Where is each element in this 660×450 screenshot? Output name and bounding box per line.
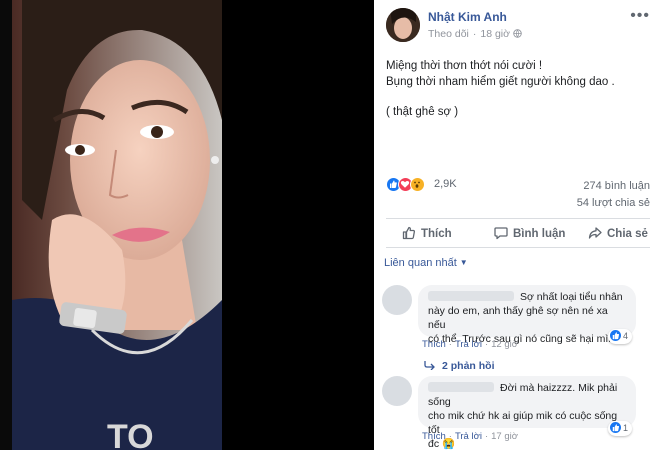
- comment-like-link[interactable]: Thích: [422, 431, 446, 442]
- post-panel: Nhật Kim Anh Theo dõi · 18 giờ ••• Miệng t…: [374, 0, 660, 450]
- commenter-avatar[interactable]: [382, 285, 412, 315]
- separator: ·: [484, 431, 489, 442]
- like-button[interactable]: Thích: [402, 219, 452, 249]
- post-text: Miệng thời thơn thớt nói cười ! Bụng thờ…: [386, 58, 650, 120]
- comment-like-count[interactable]: 1: [608, 421, 633, 436]
- comment-text-line-2: này do em, anh thấy ghê sợ nên né xa nếu: [428, 305, 608, 331]
- comment-like-link[interactable]: Thích: [422, 339, 446, 350]
- like-label: Thích: [421, 228, 452, 240]
- shares-count[interactable]: 54 lượt chia sẻ: [577, 195, 650, 212]
- post-action-bar: Thích Bình luận Chia sẻ: [386, 218, 650, 248]
- post-stats: 274 bình luận 54 lượt chia sẻ: [577, 178, 650, 212]
- post-line-2: Bụng thời nham hiểm giết người không dao…: [386, 76, 615, 88]
- like-icon: [610, 422, 621, 433]
- post-photo[interactable]: TO: [12, 0, 222, 450]
- globe-icon: [513, 29, 522, 38]
- share-label: Chia sẻ: [607, 228, 648, 240]
- comment-text-line-1: Sợ nhất loại tiểu nhân: [520, 291, 623, 303]
- comment-bubble: Sợ nhất loại tiểu nhân này do em, anh th…: [418, 285, 636, 345]
- share-icon: [588, 227, 602, 239]
- commenter-name-blurred[interactable]: [428, 382, 494, 392]
- photo-viewer-backdrop: [222, 0, 374, 450]
- share-button[interactable]: Chia sẻ: [588, 219, 648, 249]
- post-line-3: ( thật ghê sợ ): [386, 106, 459, 118]
- comment-like-count[interactable]: 4: [608, 329, 633, 344]
- like-icon: [610, 330, 621, 341]
- author-avatar[interactable]: [386, 8, 420, 42]
- comment-filter-label: Liên quan nhất: [384, 257, 457, 269]
- author-name[interactable]: Nhật Kim Anh: [428, 10, 507, 24]
- avatar-image: [386, 8, 420, 42]
- comment-like-number: 4: [623, 331, 629, 341]
- comment-time[interactable]: 17 giờ: [491, 431, 518, 442]
- post-meta: Theo dõi · 18 giờ: [428, 28, 522, 40]
- separator: ·: [484, 339, 489, 350]
- post-line-1: Miệng thời thơn thớt nói cười !: [386, 60, 543, 72]
- svg-text:TO: TO: [107, 418, 154, 450]
- thumbs-up-icon: [402, 226, 416, 240]
- post-header: Nhật Kim Anh Theo dõi · 18 giờ •••: [386, 6, 652, 46]
- commenter-name-blurred[interactable]: [428, 291, 514, 301]
- left-gutter: [0, 0, 12, 450]
- comment-actions: Thích · Trả lời · 17 giờ: [422, 431, 518, 442]
- portrait-image: TO: [12, 0, 222, 450]
- commenter-avatar[interactable]: [382, 376, 412, 406]
- comment-bubble: Đời mà haizzzz. Mik phải sống cho mik ch…: [418, 376, 636, 450]
- replies-count: 2 phản hồi: [442, 360, 495, 372]
- more-options-icon[interactable]: •••: [630, 8, 650, 24]
- comment-actions: Thích · Trả lời · 12 giờ: [422, 339, 518, 350]
- caret-down-icon: ▼: [459, 258, 468, 267]
- view-replies-link[interactable]: 2 phản hồi: [424, 360, 495, 372]
- comment-label: Bình luận: [513, 228, 566, 240]
- comment-time[interactable]: 12 giờ: [491, 339, 518, 350]
- reactions-summary: 2,9K 274 bình luận 54 lượt chia sẻ: [386, 174, 650, 218]
- reactions-count[interactable]: 2,9K: [434, 178, 457, 190]
- follow-link[interactable]: Theo dõi: [428, 28, 469, 40]
- comment-reply-link[interactable]: Trả lời: [455, 431, 482, 442]
- reply-arrow-icon: [424, 361, 435, 371]
- wow-icon: [410, 177, 425, 192]
- separator: ·: [448, 339, 452, 350]
- meta-separator: ·: [472, 28, 477, 40]
- comment-button[interactable]: Bình luận: [494, 219, 565, 249]
- comments-count[interactable]: 274 bình luận: [577, 178, 650, 195]
- comment-reply-link[interactable]: Trả lời: [455, 339, 482, 350]
- separator: ·: [448, 431, 452, 442]
- comment-icon: [494, 227, 508, 240]
- comment-filter-dropdown[interactable]: Liên quan nhất ▼: [384, 257, 468, 269]
- post-time[interactable]: 18 giờ: [480, 28, 510, 40]
- comment-like-number: 1: [623, 423, 629, 433]
